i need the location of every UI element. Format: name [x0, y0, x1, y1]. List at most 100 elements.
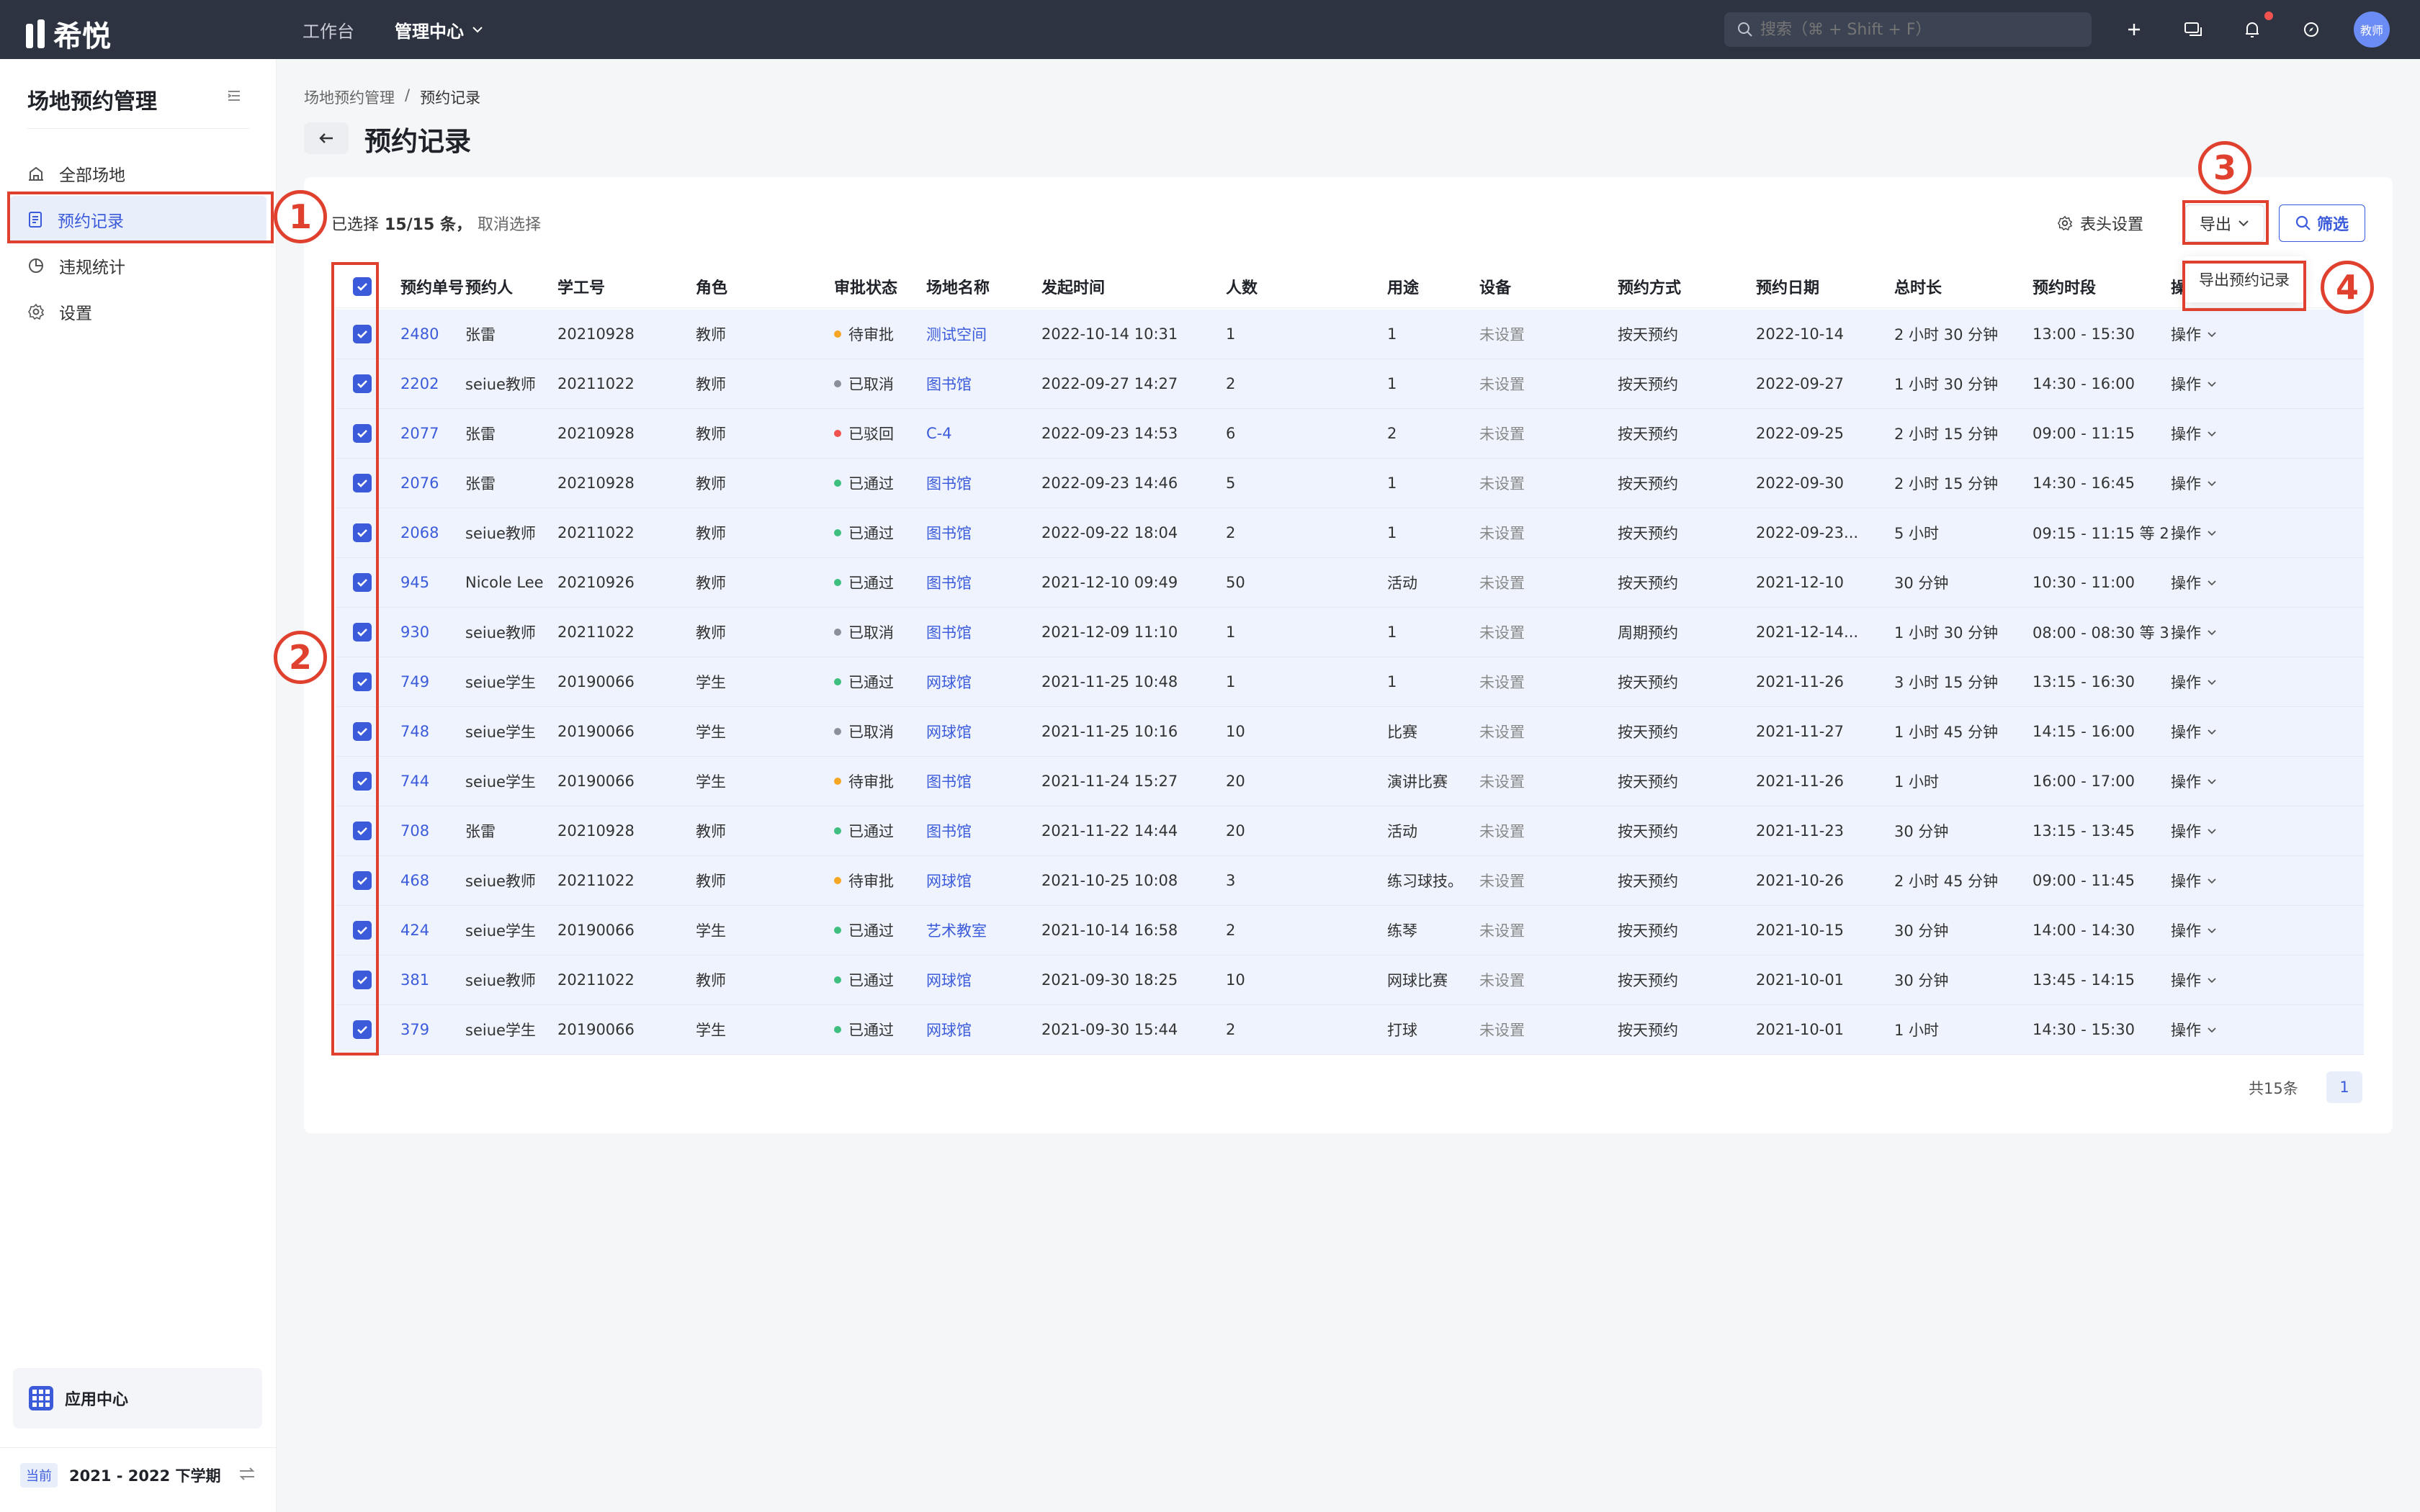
- cell-booking-id[interactable]: 945: [400, 558, 429, 607]
- cell-venue-name[interactable]: 图书馆: [926, 508, 972, 557]
- cell-venue-name[interactable]: 网球馆: [926, 707, 972, 756]
- row-checkbox[interactable]: [353, 310, 372, 359]
- cell-venue-name[interactable]: 网球馆: [926, 955, 972, 1004]
- cell-booking-id[interactable]: 930: [400, 608, 429, 657]
- row-checkbox[interactable]: [353, 608, 372, 657]
- table-row[interactable]: 381 seiue教师 20211022 教师 已通过 网球馆 2021-09-30 18:…: [336, 955, 2364, 1005]
- cell-venue-name[interactable]: C-4: [926, 409, 952, 458]
- row-checkbox[interactable]: [353, 459, 372, 508]
- sidebar-item-violation-stats[interactable]: 违规统计: [10, 242, 266, 289]
- row-checkbox[interactable]: [353, 409, 372, 458]
- cell-booking-id[interactable]: 2068: [400, 508, 439, 557]
- app-center-button[interactable]: 应用中心: [13, 1368, 262, 1428]
- table-row[interactable]: 424 seiue学生 20190066 学生 已通过 艺术教室 2021-10-14 16…: [336, 906, 2364, 955]
- cell-booking-id[interactable]: 379: [400, 1005, 429, 1054]
- cell-venue-name[interactable]: 测试空间: [926, 310, 987, 359]
- row-actions-dropdown[interactable]: 操作: [2171, 359, 2217, 408]
- cell-venue-name[interactable]: 图书馆: [926, 459, 972, 508]
- cell-booking-id[interactable]: 744: [400, 757, 429, 806]
- export-records-menu-item[interactable]: 导出预约记录: [2199, 269, 2290, 290]
- cell-booking-id[interactable]: 381: [400, 955, 429, 1004]
- row-checkbox[interactable]: [353, 806, 372, 855]
- row-actions-dropdown[interactable]: 操作: [2171, 1005, 2217, 1054]
- cancel-selection-link[interactable]: 取消选择: [478, 212, 541, 235]
- sidebar-item-all-venues[interactable]: 全部场地: [10, 150, 266, 197]
- cell-booking-id[interactable]: 708: [400, 806, 429, 855]
- pagination-page-button[interactable]: 1: [2326, 1071, 2362, 1103]
- table-row[interactable]: 379 seiue学生 20190066 学生 已通过 网球馆 2021-09-30 15:…: [336, 1005, 2364, 1055]
- row-actions-dropdown[interactable]: 操作: [2171, 409, 2217, 458]
- cell-venue-name[interactable]: 图书馆: [926, 806, 972, 855]
- cell-venue-name[interactable]: 网球馆: [926, 657, 972, 706]
- table-row[interactable]: 708 张雷 20210928 教师 已通过 图书馆 2021-11-22 14:44 20 活…: [336, 806, 2364, 856]
- row-actions-dropdown[interactable]: 操作: [2171, 906, 2217, 955]
- app-logo[interactable]: 希悦: [26, 13, 111, 55]
- table-row[interactable]: 2480 张雷 20210928 教师 待审批 测试空间 2022-10-14 10:31 1…: [336, 310, 2364, 359]
- cell-venue-name[interactable]: 网球馆: [926, 856, 972, 905]
- table-row[interactable]: 2202 seiue教师 20211022 教师 已取消 图书馆 2022-09-27 14…: [336, 359, 2364, 409]
- messages-button[interactable]: [2178, 14, 2208, 45]
- table-row[interactable]: 945 Nicole Lee 20210926 教师 已通过 图书馆 2021-12-10 …: [336, 558, 2364, 608]
- export-button[interactable]: 导出: [2185, 204, 2264, 242]
- row-actions-dropdown[interactable]: 操作: [2171, 310, 2217, 359]
- row-checkbox[interactable]: [353, 508, 372, 557]
- cell-booking-id[interactable]: 2480: [400, 310, 439, 359]
- table-row[interactable]: 2068 seiue教师 20211022 教师 已通过 图书馆 2022-09-22 18…: [336, 508, 2364, 558]
- cell-booking-id[interactable]: 2202: [400, 359, 439, 408]
- cell-venue-name[interactable]: 网球馆: [926, 1005, 972, 1054]
- row-checkbox[interactable]: [353, 906, 372, 955]
- cell-booking-id[interactable]: 2076: [400, 459, 439, 508]
- cell-venue-name[interactable]: 图书馆: [926, 359, 972, 408]
- cell-venue-name[interactable]: 艺术教室: [926, 906, 987, 955]
- avatar[interactable]: 教师: [2354, 12, 2390, 48]
- filter-button[interactable]: 筛选: [2279, 204, 2365, 242]
- term-selector[interactable]: 当前 2021 - 2022 下学期: [20, 1463, 221, 1488]
- select-all-checkbox[interactable]: [353, 265, 372, 307]
- search-input[interactable]: [1760, 20, 2077, 39]
- nav-admin-center[interactable]: 管理中心: [395, 17, 484, 42]
- row-actions-dropdown[interactable]: 操作: [2171, 459, 2217, 508]
- cell-venue-name[interactable]: 图书馆: [926, 757, 972, 806]
- cell-booking-id[interactable]: 468: [400, 856, 429, 905]
- table-row[interactable]: 744 seiue学生 20190066 学生 待审批 图书馆 2021-11-24 15:…: [336, 757, 2364, 806]
- table-row[interactable]: 2076 张雷 20210928 教师 已通过 图书馆 2022-09-23 14:46 5 1…: [336, 459, 2364, 508]
- row-actions-dropdown[interactable]: 操作: [2171, 806, 2217, 855]
- cell-booking-id[interactable]: 749: [400, 657, 429, 706]
- row-checkbox[interactable]: [353, 757, 372, 806]
- cell-venue-name[interactable]: 图书馆: [926, 558, 972, 607]
- row-actions-dropdown[interactable]: 操作: [2171, 657, 2217, 706]
- help-button[interactable]: [2296, 14, 2326, 45]
- row-checkbox[interactable]: [353, 657, 372, 706]
- row-actions-dropdown[interactable]: 操作: [2171, 757, 2217, 806]
- sidebar-item-booking-records[interactable]: 预约记录: [10, 196, 266, 243]
- notifications-button[interactable]: [2237, 14, 2267, 45]
- row-actions-dropdown[interactable]: 操作: [2171, 508, 2217, 557]
- breadcrumb-parent[interactable]: 场地预约管理: [304, 86, 395, 108]
- cell-venue-name[interactable]: 图书馆: [926, 608, 972, 657]
- back-button[interactable]: [304, 122, 349, 154]
- table-row[interactable]: 468 seiue教师 20211022 教师 待审批 网球馆 2021-10-25 10:…: [336, 856, 2364, 906]
- table-row[interactable]: 749 seiue学生 20190066 学生 已通过 网球馆 2021-11-25 10:…: [336, 657, 2364, 707]
- table-row[interactable]: 930 seiue教师 20211022 教师 已取消 图书馆 2021-12-09 11:…: [336, 608, 2364, 657]
- row-checkbox[interactable]: [353, 1005, 372, 1054]
- cell-booking-id[interactable]: 748: [400, 707, 429, 756]
- add-button[interactable]: [2119, 14, 2149, 45]
- cell-booking-id[interactable]: 2077: [400, 409, 439, 458]
- row-checkbox[interactable]: [353, 359, 372, 408]
- global-search[interactable]: [1724, 12, 2092, 47]
- table-row[interactable]: 2077 张雷 20210928 教师 已驳回 C-4 2022-09-23 14:53 6 2…: [336, 409, 2364, 459]
- row-checkbox[interactable]: [353, 558, 372, 607]
- table-row[interactable]: 748 seiue学生 20190066 学生 已取消 网球馆 2021-11-25 10:…: [336, 707, 2364, 757]
- sidebar-item-settings[interactable]: 设置: [10, 288, 266, 336]
- column-settings-button[interactable]: 表头设置: [2057, 212, 2143, 235]
- row-actions-dropdown[interactable]: 操作: [2171, 608, 2217, 657]
- collapse-sidebar-button[interactable]: [226, 88, 242, 107]
- switch-term-button[interactable]: [238, 1466, 256, 1485]
- nav-workspace[interactable]: 工作台: [302, 17, 354, 42]
- row-actions-dropdown[interactable]: 操作: [2171, 856, 2217, 905]
- row-actions-dropdown[interactable]: 操作: [2171, 955, 2217, 1004]
- cell-booking-id[interactable]: 424: [400, 906, 429, 955]
- row-actions-dropdown[interactable]: 操作: [2171, 707, 2217, 756]
- row-checkbox[interactable]: [353, 955, 372, 1004]
- row-actions-dropdown[interactable]: 操作: [2171, 558, 2217, 607]
